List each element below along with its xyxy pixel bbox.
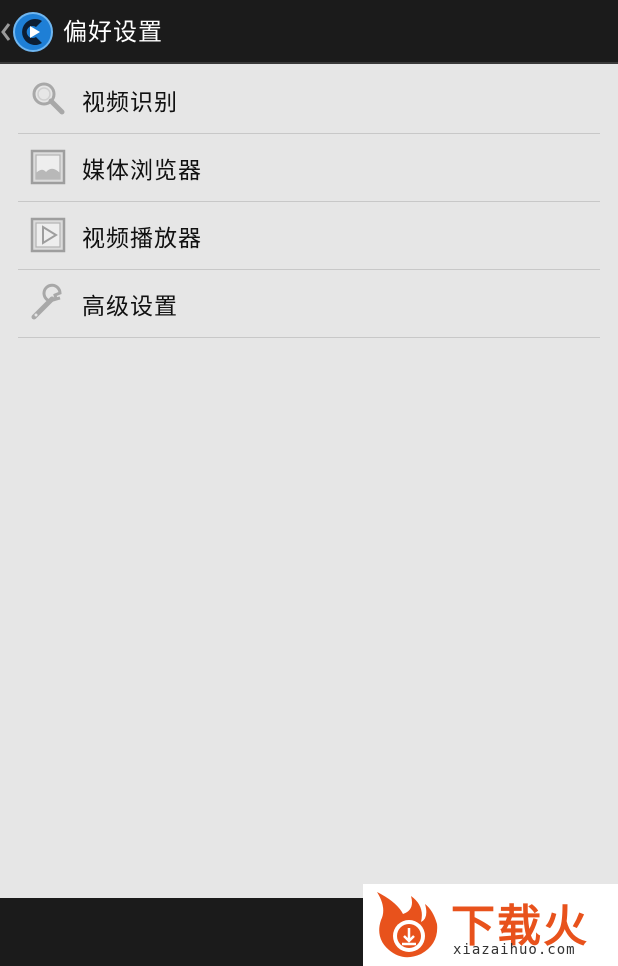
- search-icon: [32, 82, 65, 115]
- play-icon: [30, 217, 66, 253]
- wrench-icon: [31, 283, 62, 320]
- settings-list: 视频识别 媒体浏览器 视频播放器 高级设置: [18, 66, 600, 338]
- app-logo-icon[interactable]: [12, 11, 54, 53]
- watermark: 下载火 xiazaihuo.com: [363, 884, 618, 966]
- menu-item-video-player[interactable]: 视频播放器: [18, 202, 600, 270]
- image-icon: [30, 149, 66, 185]
- menu-item-advanced-settings[interactable]: 高级设置: [18, 270, 600, 338]
- watermark-site: xiazaihuo.com: [453, 942, 576, 958]
- menu-item-label: 高级设置: [82, 293, 178, 320]
- flame-logo-icon: [377, 892, 438, 958]
- menu-item-video-recognition[interactable]: 视频识别: [18, 66, 600, 134]
- action-bar: 偏好设置: [0, 0, 618, 64]
- menu-item-label: 视频识别: [82, 89, 178, 116]
- menu-item-media-browser[interactable]: 媒体浏览器: [18, 134, 600, 202]
- page-title: 偏好设置: [63, 18, 163, 46]
- chevron-left-icon[interactable]: [0, 18, 12, 46]
- menu-item-label: 视频播放器: [82, 225, 202, 252]
- menu-item-label: 媒体浏览器: [82, 157, 202, 184]
